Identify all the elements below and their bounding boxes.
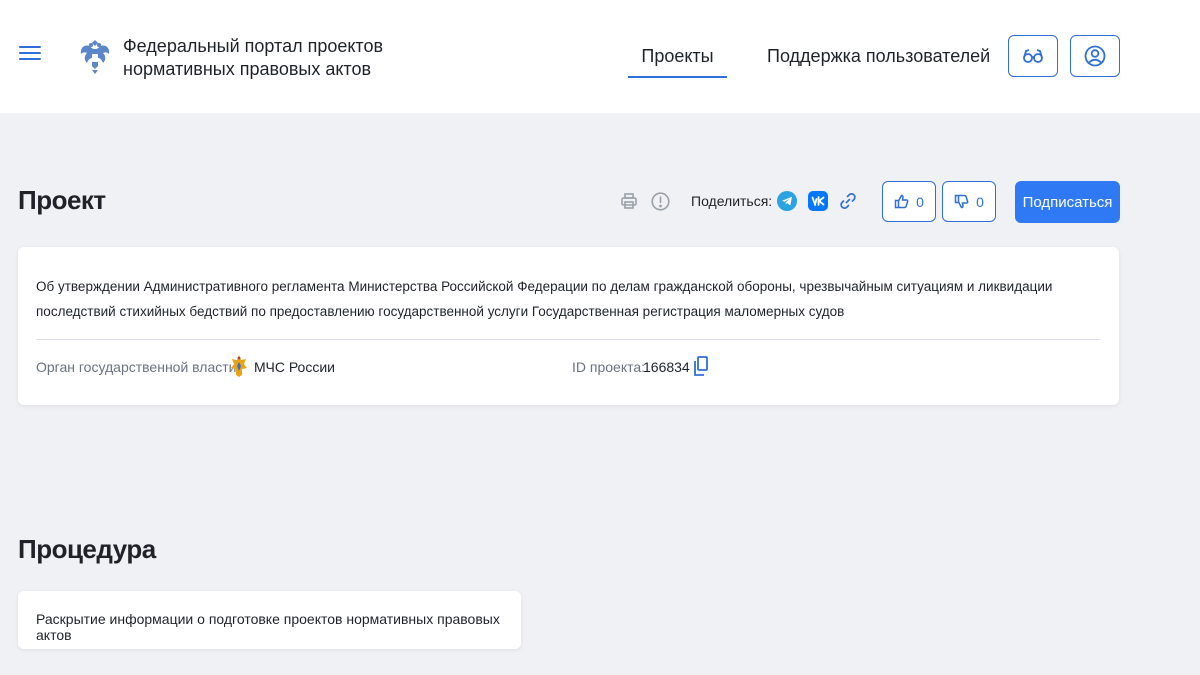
project-heading: Проект bbox=[18, 185, 106, 215]
dislike-count: 0 bbox=[976, 193, 984, 210]
exclamation-icon[interactable] bbox=[650, 191, 670, 211]
nav-support-link[interactable]: Поддержка пользователей bbox=[767, 46, 990, 67]
link-icon[interactable] bbox=[838, 191, 858, 211]
site-title-line1: Федеральный портал проектов bbox=[123, 36, 384, 56]
site-title-line2: нормативных правовых актов bbox=[123, 59, 372, 79]
share-label: Поделиться: bbox=[691, 193, 773, 209]
like-button[interactable]: 0 bbox=[882, 181, 936, 222]
vk-icon[interactable] bbox=[808, 191, 828, 211]
authority-label: Орган государственной власти: bbox=[36, 359, 241, 375]
telegram-icon[interactable] bbox=[777, 191, 797, 211]
procedure-text: Раскрытие информации о подготовке проект… bbox=[36, 611, 500, 643]
project-description: Об утверждении Административного регламе… bbox=[36, 279, 1053, 319]
nav-projects-tab[interactable]: Проекты bbox=[628, 46, 727, 78]
project-id-value: 166834 bbox=[643, 359, 690, 375]
mchs-emblem-icon bbox=[231, 355, 247, 377]
site-header: Федеральный портал проектов нормативных … bbox=[0, 0, 1200, 113]
thumbs-up-icon bbox=[894, 194, 909, 209]
card-divider bbox=[36, 339, 1101, 340]
accessibility-button[interactable] bbox=[1008, 35, 1058, 77]
printer-icon[interactable] bbox=[619, 191, 639, 211]
like-count: 0 bbox=[916, 193, 924, 210]
copy-icon[interactable] bbox=[693, 355, 709, 377]
project-id-label: ID проекта: bbox=[572, 359, 646, 375]
procedure-card: Раскрытие информации о подготовке проект… bbox=[18, 591, 521, 649]
user-icon bbox=[1084, 45, 1106, 67]
authority-value[interactable]: МЧС России bbox=[254, 359, 335, 375]
account-button[interactable] bbox=[1070, 35, 1120, 77]
dislike-button[interactable]: 0 bbox=[942, 181, 996, 222]
coat-of-arms-icon[interactable] bbox=[78, 36, 112, 76]
site-title[interactable]: Федеральный портал проектов нормативных … bbox=[123, 35, 383, 81]
procedure-heading: Процедура bbox=[18, 534, 156, 564]
thumbs-down-icon bbox=[954, 194, 969, 209]
glasses-icon bbox=[1023, 49, 1043, 63]
project-card: Об утверждении Административного регламе… bbox=[18, 247, 1119, 405]
hamburger-icon[interactable] bbox=[19, 46, 41, 64]
subscribe-button[interactable]: Подписаться bbox=[1015, 181, 1120, 223]
